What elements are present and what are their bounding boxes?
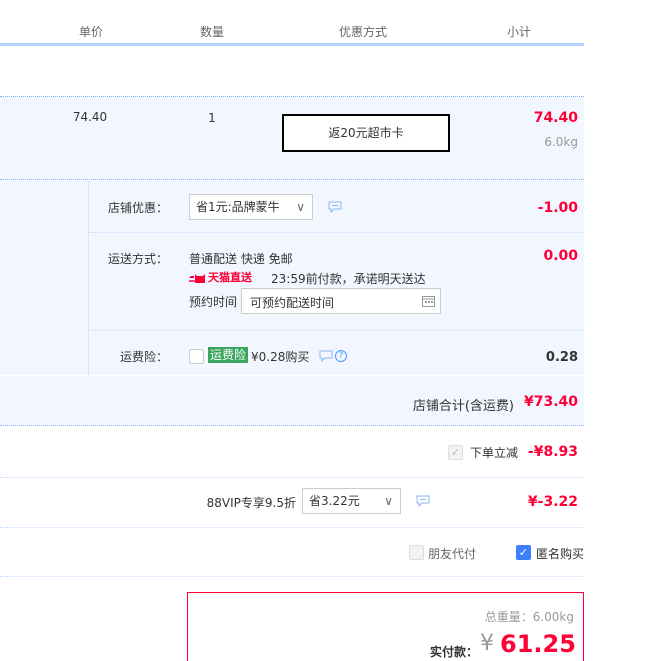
store-total-amount: ¥73.40 <box>523 394 578 410</box>
message-icon[interactable] <box>416 495 430 507</box>
shipping-promise: 23:59前付款，承诺明天送达 <box>271 272 426 286</box>
insurance-badge: 运费险 <box>208 347 249 363</box>
vip-amount: ¥-3.22 <box>527 494 578 510</box>
reserve-label: 预约时间 <box>189 295 238 309</box>
item-promo-badge: 返20元超市卡 <box>282 114 450 152</box>
anonymous-label: 匿名购买 <box>536 547 585 561</box>
header-unit-price: 单价 <box>78 25 103 39</box>
help-icon[interactable]: ? <box>335 350 347 362</box>
shipping-method: 普通配送 快递 免邮 <box>189 252 293 266</box>
divider <box>0 477 584 478</box>
insurance-price: ¥0.28购买 <box>251 350 310 364</box>
item-weight: 6.0kg <box>544 135 578 149</box>
divider <box>0 527 584 528</box>
divider <box>89 330 584 331</box>
vip-discount-select[interactable]: 省3.22元 ∨ <box>302 488 401 514</box>
store-discount-value: 省1元:品牌蒙牛 <box>196 200 280 214</box>
tmall-cat-icon <box>189 274 205 283</box>
header-quantity: 数量 <box>199 25 224 39</box>
calendar-icon[interactable] <box>422 295 435 307</box>
pay-amount: 61.25 <box>500 630 576 658</box>
total-weight-label: 总重量： <box>484 610 533 624</box>
tmall-express-text: 天猫直送 <box>208 271 252 284</box>
reserve-time-placeholder: 可预约配送时间 <box>250 296 335 310</box>
total-weight: 总重量：6.00kg <box>440 608 574 625</box>
vip-label: 88VIP专享9.5折 <box>206 496 296 510</box>
message-icon[interactable] <box>319 350 333 362</box>
item-quantity: 1 <box>208 111 216 125</box>
divider <box>0 576 584 577</box>
tmall-express-badge: 天猫直送 <box>189 271 261 285</box>
insurance-amount: 0.28 <box>545 350 578 365</box>
cart-header: 单价 数量 优惠方式 小计 <box>0 22 584 46</box>
friend-pay-label: 朋友代付 <box>428 547 477 561</box>
total-weight-value: 6.00kg <box>532 610 574 624</box>
chevron-down-icon: ∨ <box>384 494 393 508</box>
header-discount: 优惠方式 <box>338 25 387 39</box>
item-subtotal: 74.40 <box>533 110 578 126</box>
pay-label: 实付款： <box>430 645 479 659</box>
anonymous-checkbox[interactable]: ✓ <box>516 545 531 560</box>
shipping-label: 运送方式： <box>107 252 168 266</box>
currency-symbol: ¥ <box>480 631 494 656</box>
header-subtotal: 小计 <box>506 25 531 39</box>
vip-discount-value: 省3.22元 <box>309 494 360 508</box>
store-discount-label: 店铺优惠： <box>107 201 168 215</box>
reserve-time-input[interactable]: 可预约配送时间 <box>241 288 441 314</box>
store-total-label: 店铺合计(含运费) <box>412 399 514 414</box>
insurance-checkbox[interactable] <box>189 349 204 364</box>
message-icon[interactable] <box>328 201 342 213</box>
divider <box>89 232 584 233</box>
friend-pay-checkbox[interactable] <box>409 545 424 560</box>
item-unit-price: 74.40 <box>72 110 108 124</box>
store-discount-amount: -1.00 <box>537 200 578 216</box>
instant-discount-checkbox[interactable]: ✓ <box>448 445 463 460</box>
chevron-down-icon: ∨ <box>296 200 305 214</box>
instant-discount-amount: -¥8.93 <box>527 444 578 460</box>
store-discount-select[interactable]: 省1元:品牌蒙牛 ∨ <box>189 194 313 220</box>
insurance-label: 运费险： <box>119 350 168 364</box>
shipping-amount: 0.00 <box>543 248 578 264</box>
